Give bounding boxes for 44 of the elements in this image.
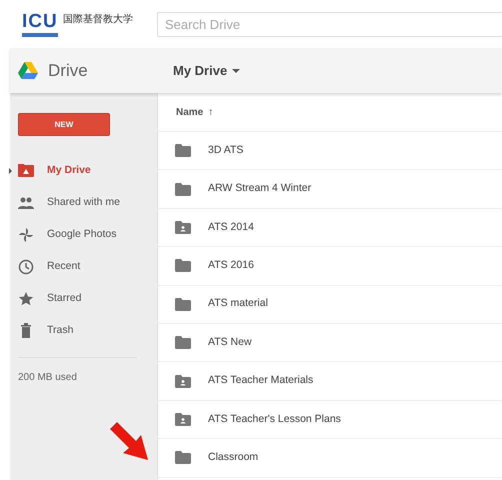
clock-icon[interactable] bbox=[18, 259, 34, 275]
folder-name[interactable]: ATS 2014 bbox=[208, 220, 254, 236]
sidebar-item[interactable]: My Drive bbox=[47, 163, 91, 179]
folder-icon bbox=[175, 451, 191, 464]
folder-name[interactable]: ATS New bbox=[208, 334, 252, 351]
logo-subtitle: 国際基督教大学 bbox=[63, 14, 133, 24]
sidebar-item[interactable]: Starred bbox=[47, 291, 82, 307]
shared-folder-icon bbox=[175, 374, 191, 388]
folder-name[interactable]: Classroom bbox=[208, 450, 258, 466]
trash-icon[interactable] bbox=[18, 323, 34, 339]
sidebar-item[interactable]: Google Photos bbox=[47, 227, 116, 243]
folder-icon bbox=[175, 182, 191, 196]
logo-tag bbox=[22, 32, 58, 36]
people-icon[interactable] bbox=[18, 195, 34, 211]
folder-name[interactable]: ATS 2016 bbox=[208, 258, 254, 274]
sidebar-item[interactable]: Recent bbox=[47, 259, 80, 275]
star-icon[interactable] bbox=[18, 291, 34, 307]
caret-icon[interactable] bbox=[232, 68, 240, 72]
folder-name[interactable]: ATS Teacher's Lesson Plans bbox=[208, 412, 341, 428]
column-header[interactable]: Name bbox=[176, 104, 204, 120]
folder-icon bbox=[175, 336, 191, 350]
shared-folder-icon bbox=[175, 220, 191, 234]
new-button[interactable]: NEW bbox=[18, 113, 110, 136]
sidebar-item[interactable]: Shared with me bbox=[47, 195, 120, 211]
sort-arrow[interactable]: ↑ bbox=[208, 104, 214, 120]
folder-icon bbox=[175, 259, 191, 272]
pinwheel-icon[interactable] bbox=[18, 227, 34, 243]
folder-name[interactable]: ARW Stream 4 Winter bbox=[208, 181, 312, 197]
search-field[interactable]: Search Drive bbox=[157, 12, 502, 36]
logo-text: ICU bbox=[22, 12, 58, 30]
folder-name[interactable]: ATS Teacher Materials bbox=[208, 373, 314, 389]
folder-icon bbox=[175, 144, 191, 158]
shared-folder-icon bbox=[175, 412, 191, 426]
selection-pointer bbox=[9, 168, 12, 174]
folder-name[interactable]: 3D ATS bbox=[208, 142, 244, 159]
folder-name[interactable]: ATS material bbox=[208, 296, 268, 312]
drive-folder-icon[interactable] bbox=[18, 163, 34, 179]
sidebar-item[interactable]: Trash bbox=[47, 323, 74, 339]
app-name: Drive bbox=[48, 60, 88, 82]
folder-icon bbox=[175, 298, 191, 311]
storage-usage: 200 MB used bbox=[17, 371, 78, 385]
location-title[interactable]: My Drive bbox=[173, 60, 228, 80]
drive-logo-icon bbox=[18, 62, 38, 79]
annotation-arrow bbox=[108, 420, 150, 462]
